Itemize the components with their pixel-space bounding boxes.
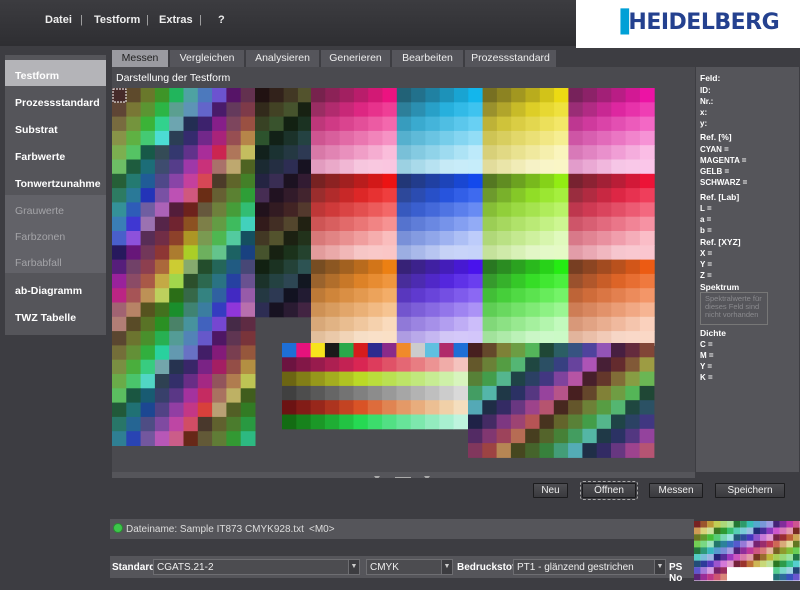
- info-feld: Feld:: [700, 73, 721, 83]
- tab-messen[interactable]: Messen: [112, 50, 169, 67]
- file-name: Dateiname: Sample IT873 CMYK928.txt: [126, 524, 304, 535]
- info-panel: Feld: ID: Nr.: x: y: Ref. [%] CYAN = MAG…: [695, 67, 799, 472]
- info-c: C =: [700, 340, 713, 349]
- button-bar: Neu Öffnen Messen Speichern: [112, 478, 800, 503]
- status-dot-icon: [113, 523, 123, 533]
- sidebar: Testform Prozessstandard Substrat Farbwe…: [5, 55, 106, 335]
- info-y: y:: [700, 119, 708, 128]
- info-spektrum: Spektrum: [700, 282, 740, 292]
- standard-label: Standard: [112, 562, 156, 573]
- colorspace-select[interactable]: CMYK ▼: [366, 559, 453, 575]
- menu-extras[interactable]: Extras: [159, 14, 193, 26]
- info-k: K =: [700, 373, 713, 382]
- menu-testform[interactable]: Testform: [94, 14, 140, 26]
- tab-analysieren[interactable]: Analysieren: [246, 50, 320, 67]
- sidebar-item-twz-tabelle[interactable]: TWZ Tabelle: [5, 302, 106, 328]
- panel-title: Darstellung der Testform: [116, 72, 231, 84]
- file-status-bar: Dateiname: Sample IT873 CMYK928.txt <M0>: [110, 519, 694, 539]
- ps-label: PS No: [669, 562, 683, 584]
- sidebar-item-grauwerte: Grauwerte: [5, 195, 106, 221]
- neu-button[interactable]: Neu: [533, 483, 568, 498]
- bedruckstoff-label: Bedruckstoff: [457, 562, 519, 573]
- sidebar-item-prozessstandard[interactable]: Prozessstandard: [5, 87, 106, 113]
- sidebar-item-farbabfall: Farbabfall: [5, 247, 106, 273]
- sidebar-item-substrat[interactable]: Substrat: [5, 114, 106, 140]
- info-magenta: MAGENTA =: [700, 156, 747, 165]
- tab-bearbeiten[interactable]: Bearbeiten: [392, 50, 464, 67]
- sidebar-item-testform[interactable]: Testform: [5, 60, 106, 86]
- info-schwarz: SCHWARZ =: [700, 178, 748, 187]
- menu-separator: |: [80, 14, 83, 26]
- info-dichte: Dichte: [700, 328, 726, 338]
- testform-panel: Darstellung der Testform: [112, 67, 695, 472]
- info-ref-lab: Ref. [Lab]: [700, 192, 740, 202]
- info-y-dichte: Y =: [700, 362, 713, 371]
- info-x: x:: [700, 108, 708, 117]
- tab-generieren[interactable]: Generieren: [321, 50, 391, 67]
- dropdown-arrow-icon: ▼: [348, 560, 359, 574]
- info-y-upper: Y =: [700, 260, 713, 269]
- info-ref-xyz: Ref. [XYZ]: [700, 237, 741, 247]
- heidelberg-logo: ▐HEIDELBERG: [576, 0, 800, 48]
- measurement-marker: <M0>: [309, 524, 335, 535]
- info-gelb: GELB =: [700, 167, 730, 176]
- standard-select[interactable]: CGATS.21-2 ▼: [153, 559, 360, 575]
- testform-thumbnail[interactable]: [694, 521, 800, 581]
- dropdown-arrow-icon: ▼: [441, 560, 452, 574]
- info-cyan: CYAN =: [700, 145, 729, 154]
- info-m: M =: [700, 351, 714, 360]
- testform-color-chart[interactable]: [112, 88, 695, 472]
- bedruckstoff-select[interactable]: PT1 - glänzend gestrichen ▼: [513, 559, 666, 575]
- standard-value: CGATS.21-2: [157, 562, 214, 573]
- sidebar-item-ab-diagramm[interactable]: ab-Diagramm: [5, 275, 106, 301]
- messen-button[interactable]: Messen: [649, 483, 703, 498]
- info-z-upper: Z =: [700, 271, 712, 280]
- sidebar-item-farbwerte[interactable]: Farbwerte: [5, 141, 106, 167]
- menu-help[interactable]: ?: [218, 14, 225, 26]
- menu-datei[interactable]: Datei: [45, 14, 72, 26]
- bedruckstoff-value: PT1 - glänzend gestrichen: [517, 562, 634, 573]
- info-id: ID:: [700, 86, 711, 95]
- offnen-button[interactable]: Öffnen: [580, 481, 638, 500]
- info-a: a =: [700, 215, 712, 224]
- speichern-button[interactable]: Speichern: [715, 483, 785, 498]
- menu-separator: |: [146, 14, 149, 26]
- logo-text: ▐HEIDELBERG: [612, 10, 780, 35]
- menu-bar: Datei | Testform | Extras | ?: [0, 0, 576, 46]
- info-b: b =: [700, 226, 712, 235]
- colorspace-value: CMYK: [370, 562, 399, 573]
- dropdown-arrow-icon: ▼: [654, 560, 665, 574]
- sidebar-item-farbzonen: Farbzonen: [5, 221, 106, 247]
- info-ref-pct: Ref. [%]: [700, 132, 732, 142]
- info-l: L =: [700, 204, 712, 213]
- sidebar-item-tonwertzunahme[interactable]: Tonwertzunahme: [5, 168, 106, 194]
- tab-prozessstandard[interactable]: Prozessstandard: [465, 50, 557, 67]
- tab-vergleichen[interactable]: Vergleichen: [170, 50, 245, 67]
- info-nr: Nr.:: [700, 97, 714, 106]
- standard-settings-bar: Standard CGATS.21-2 ▼ CMYK ▼ Bedruckstof…: [110, 556, 694, 584]
- info-x-upper: X =: [700, 249, 713, 258]
- menu-separator: |: [199, 14, 202, 26]
- spectrum-box: Spektralwerte für dieses Feld sind nicht…: [700, 292, 768, 325]
